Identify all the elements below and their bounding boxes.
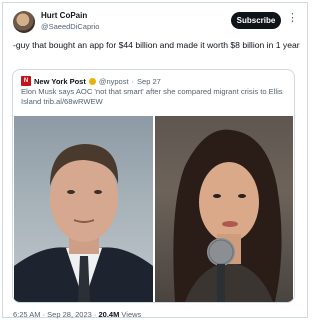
- photo-aoc-illustration: [173, 129, 282, 302]
- photo-elon-musk-illustration: [14, 144, 153, 302]
- quoted-author-handle[interactable]: @nypost: [99, 77, 129, 86]
- tweet-timestamp[interactable]: 6:25 AM · Sep 28, 2023 ·: [13, 310, 98, 319]
- quoted-tweet[interactable]: N New York Post @nypost · Sep 27 Elon Mu…: [12, 69, 295, 303]
- verified-badge-icon: [88, 77, 96, 85]
- avatar[interactable]: [13, 11, 35, 33]
- author-name[interactable]: Hurt CoPain: [41, 11, 87, 20]
- quoted-text: Elon Musk says AOC 'not that smart' afte…: [21, 87, 283, 106]
- views-label: Views: [119, 310, 142, 319]
- meta-separator: ·: [131, 76, 135, 86]
- quoted-header: N New York Post @nypost · Sep 27: [21, 76, 161, 86]
- tweet-card: Hurt CoPain @SaeedDiCaprio Subscribe ⋮ -…: [2, 2, 308, 319]
- subscribe-button[interactable]: Subscribe: [231, 12, 281, 29]
- tweet-text: -guy that bought an app for $44 billion …: [13, 40, 300, 50]
- more-options-icon[interactable]: ⋮: [287, 11, 298, 24]
- quoted-date[interactable]: Sep 27: [137, 77, 161, 86]
- nypost-logo-icon: N: [21, 76, 31, 86]
- author-handle[interactable]: @SaeedDiCaprio: [41, 22, 99, 31]
- tweet-footer: 6:25 AM · Sep 28, 2023 · 20.4M Views: [13, 310, 141, 319]
- photo-aoc[interactable]: [155, 116, 293, 302]
- views-count: 20.4M: [98, 310, 120, 319]
- photo-elon-musk[interactable]: [14, 116, 153, 302]
- quoted-author-name[interactable]: New York Post: [34, 77, 86, 86]
